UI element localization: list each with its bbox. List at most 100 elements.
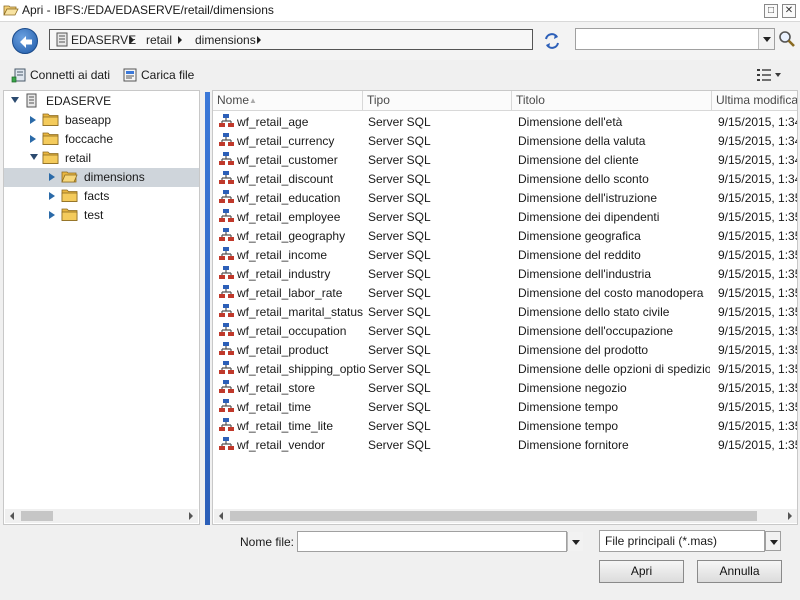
back-button[interactable] — [12, 28, 38, 54]
file-title: Dimensione geografica — [518, 229, 641, 243]
file-name: wf_retail_store — [237, 381, 316, 395]
folder-open-icon — [61, 171, 78, 183]
file-row[interactable]: wf_retail_discount Server SQL Dimensione d… — [213, 169, 798, 188]
file-row[interactable]: wf_retail_occupation Server SQL Dimensione… — [213, 321, 797, 340]
column-header-modified[interactable]: Ultima modifica — [712, 91, 797, 111]
file-name: wf_retail_time — [237, 400, 312, 414]
tree-item-test[interactable]: test — [4, 206, 199, 225]
chevron-right-icon[interactable] — [257, 36, 261, 44]
file-row[interactable]: wf_retail_time_lite Server SQL Dimensione … — [213, 416, 798, 435]
file-row[interactable]: wf_retail_marital_status Server SQL Dimens… — [213, 302, 797, 321]
file-row[interactable]: wf_retail_product Server SQL Dimensione de… — [213, 340, 797, 359]
file-row[interactable]: wf_retail_geography Server SQL Dimensione … — [213, 226, 797, 245]
pane-splitter[interactable] — [205, 92, 210, 525]
master-file-icon — [219, 190, 234, 203]
open-button[interactable]: Apri — [599, 560, 684, 583]
breadcrumb-item-edaserve[interactable]: EDASERVE — [71, 33, 136, 47]
server-icon — [56, 32, 68, 47]
tree-item-label: test — [84, 208, 104, 222]
file-name: wf_retail_time_lite — [237, 419, 334, 433]
scroll-right-icon[interactable] — [189, 512, 193, 520]
column-header-name[interactable]: Nome ▲ — [213, 91, 363, 111]
filename-input[interactable] — [297, 531, 567, 552]
file-list-horizontal-scrollbar[interactable] — [214, 509, 797, 523]
file-row[interactable]: wf_retail_store Server SQL Dimensione nego… — [213, 378, 797, 397]
master-file-icon — [219, 361, 234, 374]
file-row[interactable]: wf_retail_labor_rate Server SQL Dimensione… — [213, 283, 797, 302]
file-row[interactable]: wf_retail_education Server SQL Dimensione … — [213, 188, 797, 207]
scroll-right-icon[interactable] — [788, 512, 792, 520]
search-dropdown-button[interactable] — [758, 29, 774, 49]
tree-item-edaserve[interactable]: EDASERVE — [4, 92, 199, 111]
master-file-icon — [219, 437, 234, 450]
file-type: Server SQL — [368, 419, 431, 433]
scroll-thumb[interactable] — [21, 511, 53, 521]
tree-item-foccache[interactable]: foccache — [4, 130, 199, 149]
file-type: Server SQL — [368, 400, 431, 414]
chevron-right-icon[interactable] — [130, 36, 134, 44]
scroll-thumb[interactable] — [230, 511, 757, 521]
scroll-left-icon[interactable] — [10, 512, 14, 520]
collapse-arrow-icon[interactable] — [49, 211, 55, 219]
server-icon — [26, 93, 37, 108]
file-row[interactable]: wf_retail_customer Server SQL Dimensione d… — [213, 150, 797, 169]
cancel-button[interactable]: Annulla — [697, 560, 782, 583]
tree-item-baseapp[interactable]: baseapp — [4, 111, 199, 130]
file-title: Dimensione del costo manodopera — [518, 286, 704, 300]
breadcrumb-item-retail[interactable]: retail — [146, 33, 172, 47]
column-header-type[interactable]: Tipo — [363, 91, 512, 111]
scroll-left-icon[interactable] — [219, 512, 223, 520]
file-row[interactable]: wf_retail_vendor Server SQL Dimensione for… — [213, 435, 797, 454]
collapse-arrow-icon[interactable] — [30, 135, 36, 143]
master-file-icon — [219, 285, 234, 298]
search-icon[interactable] — [778, 30, 796, 48]
file-type: Server SQL — [368, 343, 431, 357]
toolbar — [0, 63, 800, 89]
file-row[interactable]: wf_retail_employee Server SQL Dimensione d… — [213, 207, 797, 226]
expand-arrow-icon[interactable] — [11, 97, 19, 103]
search-input[interactable] — [575, 28, 775, 50]
master-file-icon — [219, 133, 234, 146]
column-header-title[interactable]: Titolo — [512, 91, 712, 111]
breadcrumb-item-dimensions[interactable]: dimensions — [195, 33, 256, 47]
tree-item-facts[interactable]: facts — [4, 187, 199, 206]
master-file-icon — [219, 342, 234, 355]
file-modified: 9/15/2015, 1:35 — [718, 419, 798, 433]
file-name: wf_retail_income — [237, 248, 328, 262]
chevron-right-icon[interactable] — [178, 36, 182, 44]
file-title: Dimensione dell'istruzione — [518, 191, 658, 205]
file-type: Server SQL — [368, 115, 431, 129]
file-list: Nome ▲ Tipo Titolo Ultima modifica wf_re… — [212, 90, 798, 525]
file-title: Dimensione tempo — [518, 400, 619, 414]
refresh-icon[interactable] — [543, 32, 561, 50]
close-button[interactable]: ✕ — [782, 4, 796, 18]
file-row[interactable]: wf_retail_income Server SQL Dimensione del… — [213, 245, 797, 264]
file-type-dropdown-button[interactable] — [765, 531, 781, 551]
tree-horizontal-scrollbar[interactable] — [5, 509, 198, 523]
file-row[interactable]: wf_retail_currency Server SQL Dimensione d… — [213, 131, 797, 150]
connect-data-button[interactable]: Connetti ai dati — [11, 67, 111, 83]
file-modified: 9/15/2015, 1:35 — [718, 267, 798, 281]
column-title-label: Titolo — [516, 93, 545, 107]
file-modified: 9/15/2015, 1:34 — [718, 172, 798, 186]
expand-arrow-icon[interactable] — [30, 154, 38, 160]
collapse-arrow-icon[interactable] — [49, 192, 55, 200]
file-row[interactable]: wf_retail_industry Server SQL Dimensione d… — [213, 264, 798, 283]
file-modified: 9/15/2015, 1:35 — [718, 400, 798, 414]
tree-item-dimensions[interactable]: dimensions — [4, 168, 199, 187]
database-connect-icon — [11, 68, 26, 83]
filename-dropdown-button[interactable] — [567, 532, 583, 551]
file-type-select[interactable]: File principali (*.mas) — [599, 530, 765, 552]
file-row[interactable]: wf_retail_age Server SQL Dimensione dell'e… — [213, 112, 797, 131]
view-options-icon[interactable] — [756, 68, 782, 82]
file-row[interactable]: wf_retail_shipping_option Server SQL Dimen… — [213, 359, 797, 378]
upload-file-button[interactable]: Carica file — [122, 67, 197, 83]
tree-item-label: facts — [84, 189, 110, 203]
file-title: Dimensione dell'età — [518, 115, 623, 129]
collapse-arrow-icon[interactable] — [30, 116, 36, 124]
tree-item-retail[interactable]: retail — [4, 149, 199, 168]
folder-open-icon — [3, 5, 19, 16]
file-row[interactable]: wf_retail_time Server SQL Dimensione tempo… — [213, 397, 798, 416]
maximize-button[interactable]: □ — [764, 4, 778, 18]
collapse-arrow-icon[interactable] — [49, 173, 55, 181]
